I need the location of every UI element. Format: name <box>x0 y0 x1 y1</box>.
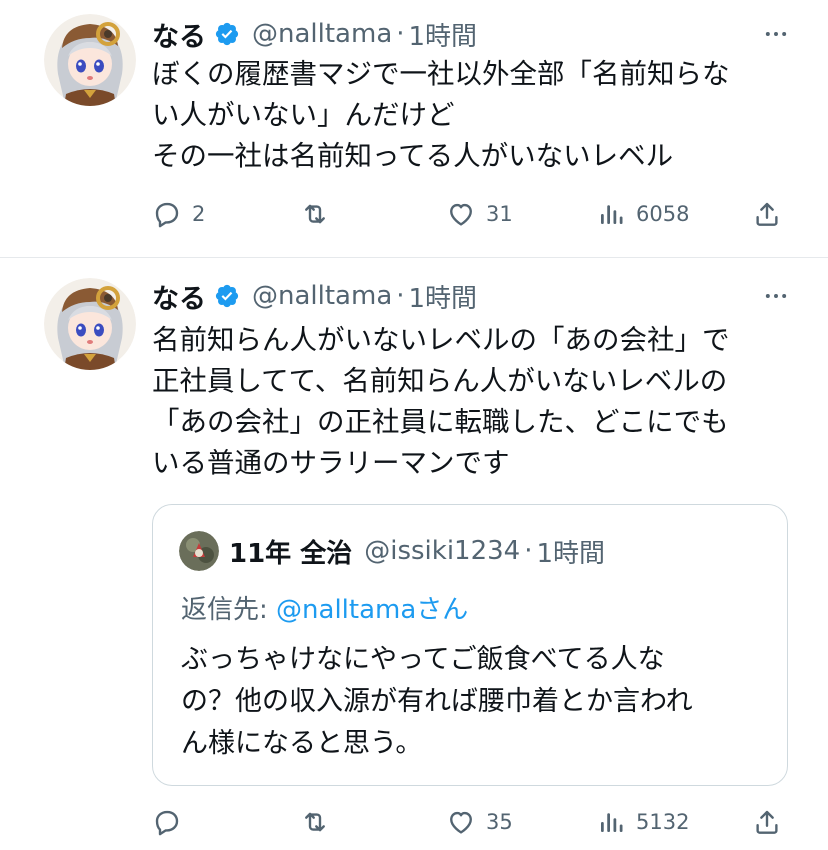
tweet-time[interactable]: 1時間 <box>409 16 478 53</box>
avatar-image <box>44 278 136 370</box>
tweet-text-line: い人がいない」んだけど <box>152 99 455 131</box>
author-name[interactable]: なる <box>152 277 206 316</box>
retweet-button[interactable] <box>300 196 340 232</box>
quoted-author-name[interactable]: 11年 全治 <box>229 533 352 570</box>
tweet-text-line: ぼくの履歴書マジで一社以外全部「名前知らな <box>152 58 730 90</box>
share-upload-icon <box>752 199 782 229</box>
avatar[interactable] <box>44 14 136 106</box>
views-count: 5132 <box>636 810 690 834</box>
tweet-header: なる @nalltama · 1時間 <box>152 276 798 316</box>
verified-badge-icon <box>214 283 240 309</box>
retweet-icon <box>300 199 330 229</box>
author-handle[interactable]: @nalltama <box>252 281 392 311</box>
retweet-icon <box>300 807 330 837</box>
views-bar-icon <box>596 199 626 229</box>
separator-dot: · <box>396 19 405 49</box>
like-count: 31 <box>486 202 513 226</box>
quoted-tweet-header: 11年 全治 @issiki1234 · 1時間 <box>179 531 605 571</box>
quoted-text-line: の？他の収入源が有れば腰巾着とか言われ <box>181 686 693 717</box>
reply-to-suffix: さん <box>416 595 469 625</box>
quoted-tweet-text: ぶっちゃけなにやってご飯食べてる人な の？他の収入源が有れば腰巾着とか言われ ん… <box>181 639 771 765</box>
tweet[interactable]: なる @nalltama · 1時間 名前知らん人がいないレベルの「あの会社」で… <box>0 258 828 850</box>
tweet-text-line: 名前知らん人がいないレベルの「あの会社」で <box>152 324 730 356</box>
like-count: 35 <box>486 810 513 834</box>
author-handle[interactable]: @nalltama <box>252 19 392 49</box>
views-count: 6058 <box>636 202 690 226</box>
tweet-text-line: その一社は名前知ってる人がいないレベル <box>152 140 674 172</box>
tweet-text-line: 正社員してて、名前知らん人がいないレベルの <box>152 365 728 397</box>
author-name[interactable]: なる <box>152 15 206 54</box>
quoted-avatar[interactable] <box>179 531 219 571</box>
share-upload-icon <box>752 807 782 837</box>
share-button[interactable] <box>752 804 782 840</box>
quoted-avatar-image <box>179 531 219 571</box>
tweet-time[interactable]: 1時間 <box>409 278 478 315</box>
reply-button[interactable]: 2 <box>152 196 205 232</box>
views-button[interactable]: 6058 <box>596 196 689 232</box>
more-dots-icon[interactable] <box>762 282 790 310</box>
like-button[interactable]: 31 <box>446 196 513 232</box>
avatar[interactable] <box>44 278 136 370</box>
reply-to-prefix: 返信先: <box>181 595 277 625</box>
views-bar-icon <box>596 807 626 837</box>
like-button[interactable]: 35 <box>446 804 513 840</box>
separator-dot: · <box>396 281 405 311</box>
action-bar: 2 31 6058 <box>152 196 792 232</box>
tweet[interactable]: なる @nalltama · 1時間 ぼくの履歴書マジで一社以外全部「名前知らな… <box>0 0 828 258</box>
tweet-text: ぼくの履歴書マジで一社以外全部「名前知らな い人がいない」んだけど その一社は名… <box>152 54 792 177</box>
reply-bubble-icon <box>152 807 182 837</box>
separator-dot: · <box>524 536 533 566</box>
reply-bubble-icon <box>152 199 182 229</box>
quoted-text-line: ぶっちゃけなにやってご飯食べてる人な <box>181 644 665 675</box>
heart-icon <box>446 807 476 837</box>
quoted-author-handle[interactable]: @issiki1234 <box>364 536 520 566</box>
tweet-header: なる @nalltama · 1時間 <box>152 14 798 54</box>
reply-to-line: 返信先: @nalltamaさん <box>181 589 468 626</box>
quoted-text-line: ん様になると思う。 <box>181 728 423 759</box>
reply-to-mention[interactable]: @nalltama <box>276 595 416 625</box>
avatar-image <box>44 14 136 106</box>
tweet-text-line: 「あの会社」の正社員に転職した、どこにでも <box>152 406 729 438</box>
share-button[interactable] <box>752 196 782 232</box>
action-bar: 35 5132 <box>152 804 792 840</box>
verified-badge-icon <box>214 21 240 47</box>
retweet-button[interactable] <box>300 804 340 840</box>
tweet-text: 名前知らん人がいないレベルの「あの会社」で 正社員してて、名前知らん人がいないレ… <box>152 320 792 484</box>
quoted-tweet-time: 1時間 <box>536 538 606 569</box>
quoted-tweet[interactable]: 11年 全治 @issiki1234 · 1時間 返信先: @nalltamaさ… <box>152 504 788 786</box>
more-dots-icon[interactable] <box>762 20 790 48</box>
reply-count: 2 <box>192 202 206 226</box>
heart-icon <box>446 199 476 229</box>
reply-button[interactable] <box>152 804 192 840</box>
tweet-text-line: いる普通のサラリーマンです <box>152 447 510 479</box>
views-button[interactable]: 5132 <box>596 804 689 840</box>
